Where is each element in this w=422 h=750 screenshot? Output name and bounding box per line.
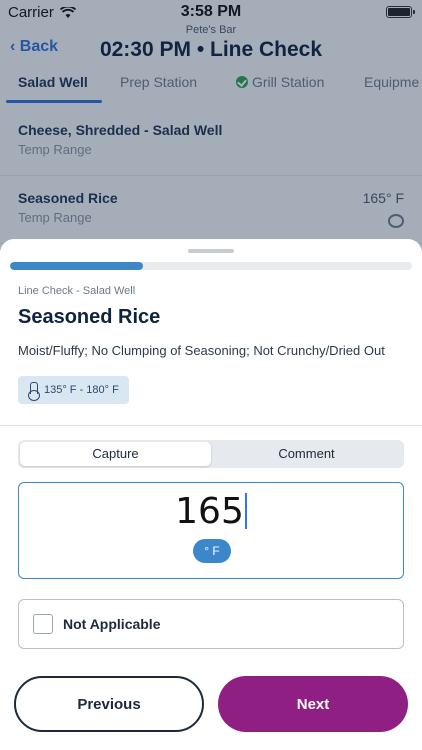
text-cursor: [244, 493, 247, 529]
temp-range-label: 135° F - 180° F: [44, 384, 119, 396]
temp-range-badge: 135° F - 180° F: [18, 376, 129, 404]
item-title: Seasoned Rice: [18, 306, 161, 328]
not-applicable-option[interactable]: Not Applicable: [18, 599, 404, 649]
progress-bar: [10, 262, 412, 270]
capture-comment-toggle: Capture Comment: [18, 440, 404, 468]
thermometer-icon: [28, 382, 40, 401]
next-button[interactable]: Next: [218, 676, 408, 732]
unit-badge[interactable]: ° F: [193, 539, 231, 563]
temperature-input[interactable]: 165 ° F: [18, 482, 404, 579]
temperature-text: 165: [175, 491, 244, 532]
progress-fill: [10, 262, 143, 270]
temperature-value: 165: [19, 491, 403, 532]
item-description: Moist/Fluffy; No Clumping of Seasoning; …: [18, 343, 385, 358]
not-applicable-label: Not Applicable: [63, 616, 161, 632]
previous-button[interactable]: Previous: [14, 676, 204, 732]
breadcrumb: Line Check - Salad Well: [18, 285, 136, 297]
bottom-sheet: Line Check - Salad Well Seasoned Rice Mo…: [0, 239, 422, 750]
segment-capture[interactable]: Capture: [20, 442, 211, 466]
not-applicable-checkbox[interactable]: [33, 614, 53, 634]
segment-comment[interactable]: Comment: [211, 442, 402, 466]
divider: [0, 425, 422, 426]
sheet-grabber[interactable]: [188, 249, 234, 253]
